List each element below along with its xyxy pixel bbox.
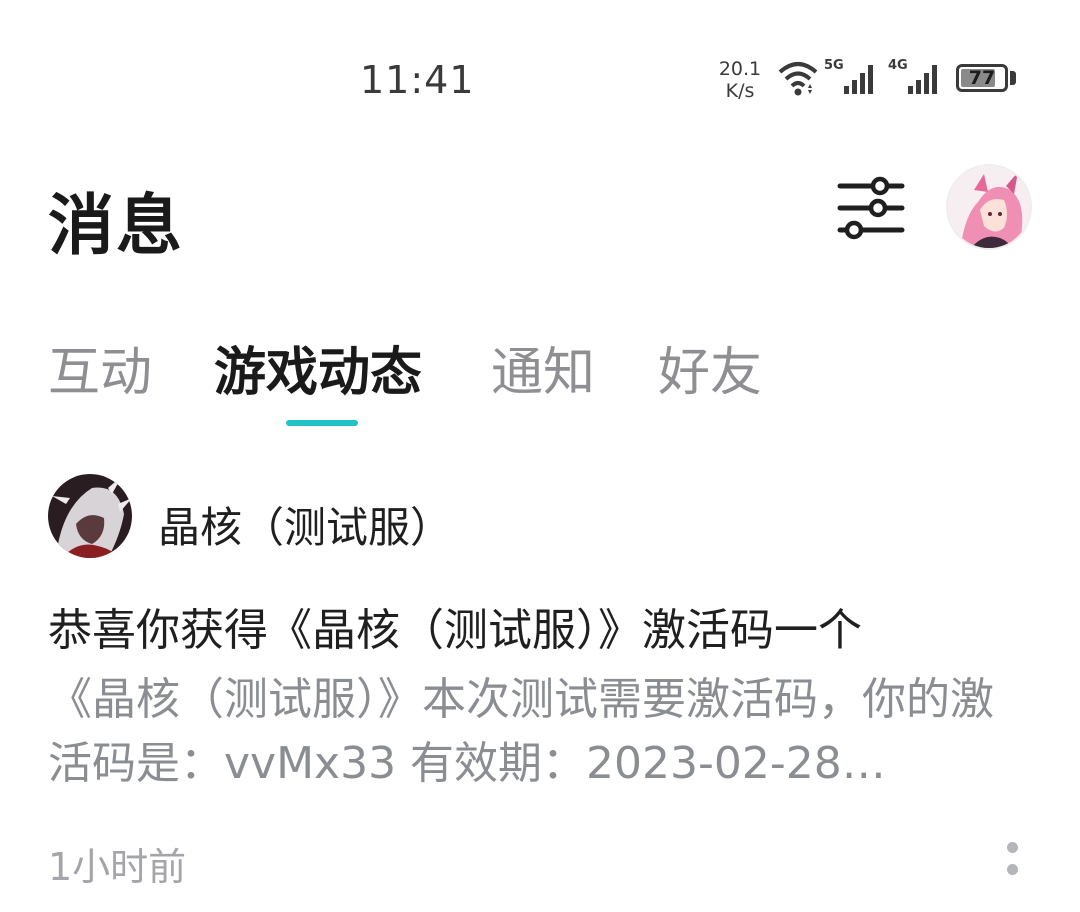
message-body[interactable]: 《晶核（测试服）》本次测试需要激活码，你的激活码是：vvMx33 有效期：202… [48, 668, 1028, 796]
user-avatar[interactable] [946, 164, 1032, 250]
user-avatar-icon [948, 166, 1030, 248]
message-time: 1小时前 [48, 845, 187, 889]
tab-friends[interactable]: 好友 [658, 330, 762, 405]
tab-notifications[interactable]: 通知 [491, 330, 595, 405]
sliders-icon [837, 176, 905, 240]
game-name[interactable]: 晶核（测试服） [158, 494, 452, 555]
battery-icon: 77 [956, 64, 1008, 92]
status-time: 11:41 [360, 58, 475, 102]
filter-button[interactable] [836, 176, 906, 240]
battery-cap [1010, 71, 1016, 85]
more-options-button[interactable] [998, 840, 1028, 886]
page-title: 消息 [48, 187, 184, 264]
signal-5g-icon: 5G [824, 58, 882, 100]
game-avatar-icon [48, 474, 132, 558]
network-speed: 20.1 K/s [716, 58, 764, 102]
network-speed-value: 20.1 [718, 58, 762, 80]
message-title[interactable]: 恭喜你获得《晶核（测试服）》激活码一个 [48, 594, 862, 658]
game-avatar[interactable] [48, 474, 132, 558]
signal-4g-icon: 4G [888, 58, 946, 100]
wifi-icon [778, 62, 818, 96]
tab-game-updates[interactable]: 游戏动态 [214, 330, 422, 405]
network-speed-unit: K/s [725, 80, 755, 102]
battery-level: 77 [968, 67, 996, 89]
tab-interaction[interactable]: 互动 [48, 330, 152, 405]
active-tab-indicator [286, 420, 358, 426]
more-vertical-icon [1007, 842, 1018, 853]
